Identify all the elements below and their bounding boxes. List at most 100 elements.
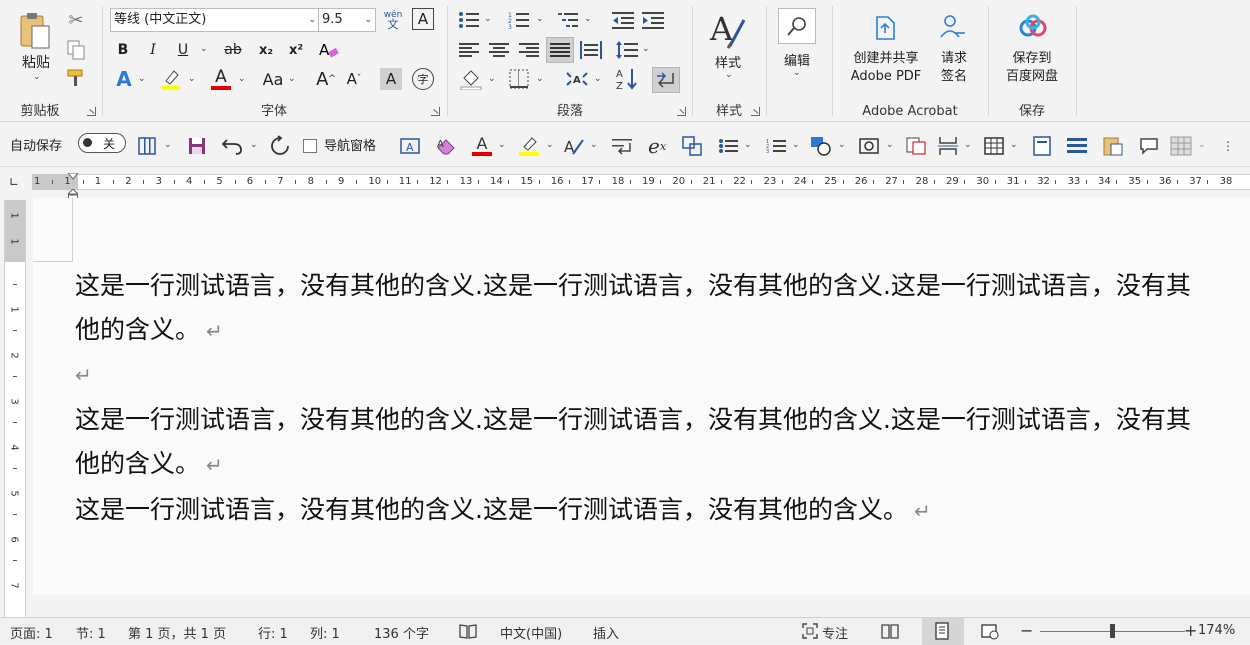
format-painter-icon[interactable] (64, 66, 88, 90)
tab-stop-selector-icon[interactable]: ∟ (6, 174, 22, 190)
paragraph-line[interactable]: ↵ (75, 352, 92, 397)
styles-launcher-icon[interactable] (751, 107, 760, 116)
line-spacing-chevron[interactable]: ⌄ (642, 44, 650, 54)
more-commands-icon[interactable]: ⋮ (1218, 134, 1238, 158)
numbering-qat-chevron[interactable]: ⌄ (792, 140, 800, 150)
copy-icon[interactable] (64, 38, 88, 62)
undo-icon[interactable] (220, 134, 244, 158)
bullets-qat-chevron[interactable]: ⌄ (744, 140, 752, 150)
equation-icon[interactable]: ex (644, 134, 670, 158)
shading-button[interactable] (458, 66, 484, 92)
multilevel-list-chevron[interactable]: ⌄ (584, 14, 592, 24)
proofing-icon[interactable] (458, 621, 478, 641)
paragraph-line[interactable]: 他的含义。 ↵ (75, 308, 223, 353)
status-language[interactable]: 中文(中国) (500, 623, 562, 642)
font-color-chevron[interactable]: ⌄ (238, 74, 246, 84)
autosave-toggle[interactable]: 关 (78, 133, 126, 153)
zoom-slider-thumb[interactable] (1110, 624, 1115, 638)
highlight-qat-chevron[interactable]: ⌄ (546, 140, 554, 150)
status-page-of[interactable]: 第 1 页，共 1 页 (128, 623, 226, 642)
columns-icon[interactable] (136, 134, 158, 158)
highlight-chevron[interactable]: ⌄ (188, 74, 196, 84)
shading-chevron[interactable]: ⌄ (488, 74, 496, 84)
handwriting-chevron[interactable]: ⌄ (590, 140, 598, 150)
print-layout-icon[interactable] (932, 621, 952, 641)
horizontal-lines-icon[interactable] (1064, 134, 1090, 158)
table-grid-icon[interactable] (1168, 134, 1194, 158)
show-hide-marks-button[interactable] (652, 67, 680, 93)
picture-icon[interactable] (856, 134, 882, 158)
change-case-button[interactable]: Aa (258, 66, 288, 92)
multilevel-list-button[interactable] (556, 8, 582, 32)
highlight-qat-icon[interactable] (516, 134, 542, 158)
font-color-button[interactable]: A (208, 66, 234, 92)
sort-button[interactable]: AZ (614, 66, 640, 92)
text-box-icon[interactable]: A (398, 134, 422, 158)
font-color-qat-chevron[interactable]: ⌄ (498, 140, 506, 150)
status-page[interactable]: 页面: 1 (10, 623, 53, 642)
clear-formatting-button[interactable]: A (316, 38, 342, 62)
focus-label[interactable]: 专注 (822, 623, 848, 642)
first-line-indent-marker[interactable] (66, 168, 80, 180)
zoom-in-icon[interactable]: + (1184, 621, 1197, 640)
font-name-select[interactable]: 等线 (中文正文) ⌄ (110, 8, 320, 32)
editing-chevron[interactable]: ⌄ (793, 68, 801, 78)
phonetic-guide-button[interactable]: wén 文 (380, 6, 406, 34)
enclose-characters-button[interactable]: 字 (410, 66, 436, 92)
decrease-indent-button[interactable] (610, 8, 636, 32)
undo-chevron[interactable]: ⌄ (250, 140, 258, 150)
align-left-button[interactable] (456, 38, 482, 62)
paste-dropdown-chevron[interactable]: ⌄ (33, 72, 41, 82)
save-to-baidu-button[interactable] (1016, 12, 1050, 42)
page-break-chevron[interactable]: ⌄ (964, 140, 972, 150)
highlight-button[interactable] (158, 66, 184, 92)
comment-icon[interactable] (1136, 134, 1162, 158)
borders-chevron[interactable]: ⌄ (536, 74, 544, 84)
header-icon[interactable] (1030, 134, 1054, 158)
handwriting-icon[interactable]: A (562, 134, 586, 158)
status-word-count[interactable]: 136 个字 (374, 623, 429, 642)
eraser-icon[interactable]: A (434, 134, 460, 158)
underline-dropdown-chevron[interactable]: ⌄ (200, 44, 208, 54)
shapes-chevron[interactable]: ⌄ (838, 140, 846, 150)
table-chevron[interactable]: ⌄ (1010, 140, 1018, 150)
zoom-level[interactable]: 174% (1198, 623, 1235, 638)
shrink-font-button[interactable]: Aˇ (342, 66, 366, 92)
numbering-qat-icon[interactable]: 123 (764, 134, 788, 158)
read-mode-icon[interactable] (880, 621, 900, 641)
line-spacing-button[interactable] (614, 38, 640, 62)
italic-button[interactable]: I (142, 38, 164, 62)
save-icon[interactable] (186, 134, 208, 158)
justify-button[interactable] (546, 37, 574, 63)
bold-button[interactable]: B (112, 38, 134, 62)
align-right-button[interactable] (516, 38, 542, 62)
align-center-button[interactable] (486, 38, 512, 62)
paragraph-launcher-icon[interactable] (677, 107, 686, 116)
status-insert-mode[interactable]: 插入 (593, 623, 619, 642)
distributed-button[interactable] (578, 38, 604, 62)
chinese-layout-button[interactable]: A (562, 66, 592, 92)
hanging-indent-marker[interactable] (66, 186, 80, 201)
subscript-button[interactable]: x₂ (254, 38, 278, 62)
paragraph-line[interactable]: 这是一行测试语言，没有其他的含义.这是一行测试语言，没有其他的含义。 ↵ (75, 488, 931, 533)
zoom-out-icon[interactable]: − (1020, 621, 1033, 640)
redo-icon[interactable] (268, 134, 292, 158)
status-line[interactable]: 行: 1 (258, 623, 288, 642)
clipboard-launcher-icon[interactable] (87, 107, 96, 116)
status-column[interactable]: 列: 1 (310, 623, 340, 642)
paragraph-line[interactable]: 这是一行测试语言，没有其他的含义.这是一行测试语言，没有其他的含义.这是一行测试… (75, 398, 1191, 442)
font-color-qat-icon[interactable]: A (470, 134, 494, 158)
underline-button[interactable]: U (172, 38, 194, 62)
text-effects-button[interactable]: A (112, 66, 136, 92)
convert-icon[interactable] (680, 134, 704, 158)
font-size-select[interactable]: 9.5 ⌄ (318, 8, 376, 32)
bullets-chevron[interactable]: ⌄ (484, 14, 492, 24)
grow-font-button[interactable]: A ^ (314, 66, 338, 92)
character-shading-button[interactable]: A (380, 68, 402, 90)
status-section[interactable]: 节: 1 (76, 623, 106, 642)
shapes-icon[interactable] (808, 134, 834, 158)
paragraph-line[interactable]: 这是一行测试语言，没有其他的含义.这是一行测试语言，没有其他的含义.这是一行测试… (75, 264, 1191, 308)
text-effects-chevron[interactable]: ⌄ (138, 74, 146, 84)
navigation-pane-checkbox[interactable] (302, 134, 318, 158)
character-border-button[interactable]: A (412, 8, 434, 30)
